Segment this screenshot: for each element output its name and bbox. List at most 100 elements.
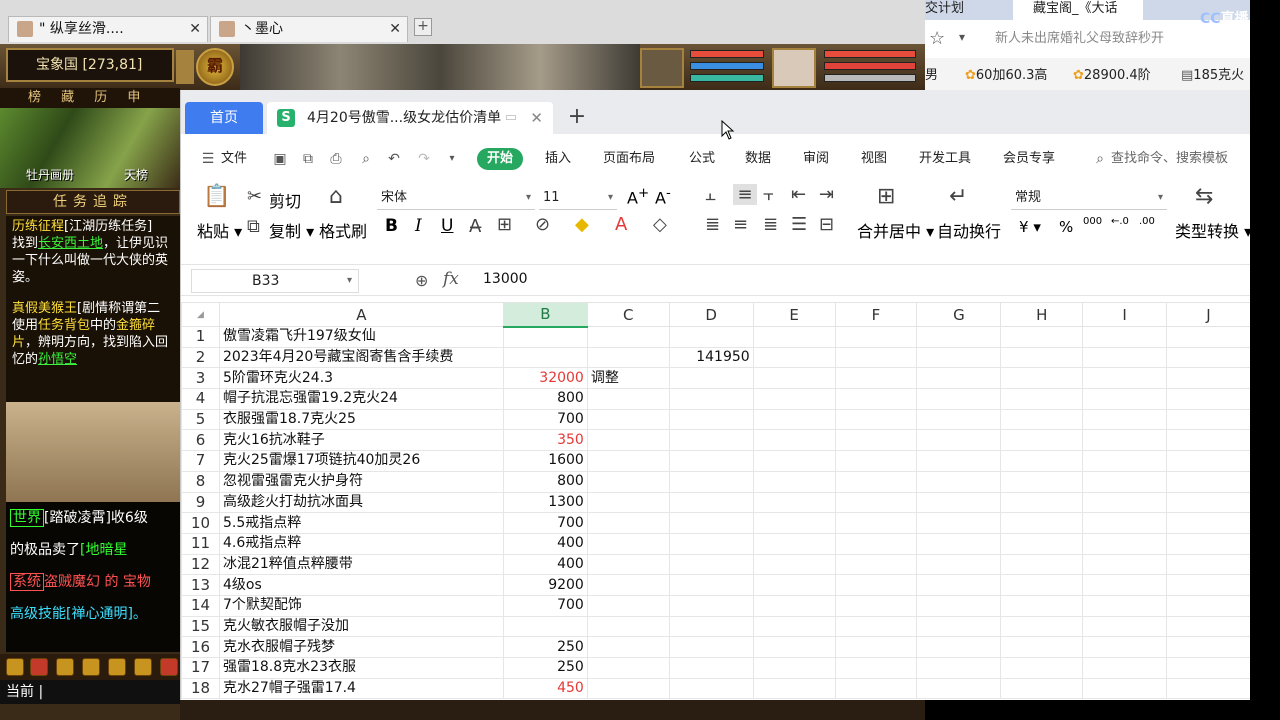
print-icon[interactable]: ⎙ (327, 150, 345, 168)
indent-increase-icon[interactable]: ⇥ (819, 184, 834, 205)
cell-b[interactable] (502, 346, 588, 369)
cell-d[interactable] (668, 574, 754, 596)
cell-h[interactable] (1000, 512, 1084, 534)
cell-b[interactable]: 400 (502, 532, 588, 555)
close-icon[interactable]: ✕ (189, 17, 201, 41)
cell-j[interactable] (1166, 574, 1250, 596)
cell-c[interactable] (586, 636, 670, 658)
cell-d[interactable] (668, 532, 754, 555)
cell-h[interactable] (1000, 367, 1084, 390)
close-icon[interactable]: ✕ (389, 17, 401, 41)
row-header[interactable]: 18 (181, 677, 220, 700)
align-right-icon[interactable]: ≣ (763, 214, 778, 235)
bookmark-item[interactable]: ✿28900.4阶 (1073, 62, 1151, 90)
cell-e[interactable] (752, 532, 836, 555)
cell-g[interactable] (916, 470, 1002, 493)
cell-c[interactable] (586, 553, 670, 576)
cell-b[interactable]: 250 (502, 636, 588, 658)
cell-h[interactable] (1000, 532, 1084, 555)
quest-title[interactable]: 历练征程 (12, 219, 64, 234)
cell-d[interactable] (668, 553, 754, 576)
cell-f[interactable] (834, 512, 918, 534)
cell-h[interactable] (1000, 470, 1084, 493)
tool-icon[interactable] (6, 658, 24, 676)
cell-h[interactable] (1000, 429, 1084, 452)
cell-j[interactable] (1166, 677, 1250, 700)
cell-j[interactable] (1166, 346, 1250, 369)
cell-g[interactable] (916, 367, 1002, 390)
font-color-icon[interactable]: A (615, 214, 627, 235)
fill-color-icon[interactable]: ◆ (575, 214, 589, 235)
cell-b[interactable]: 700 (502, 512, 588, 534)
cell-g[interactable] (916, 388, 1002, 410)
cell-a[interactable]: 高级趁火打劫抗冰面具 (218, 491, 504, 514)
chevron-down-icon[interactable]: ▾ (959, 30, 965, 44)
select-all-corner[interactable]: ◢ (181, 302, 220, 327)
format-painter-icon[interactable]: ⌂ (329, 184, 343, 209)
decrease-font-icon[interactable]: A- (655, 186, 671, 207)
album-label[interactable]: 牡丹画册 (26, 166, 74, 183)
cell-h[interactable] (1000, 594, 1084, 617)
browser-search-input[interactable]: 新人未出席婚礼父母致辞秒开 (995, 26, 1250, 52)
cell-j[interactable] (1166, 450, 1250, 472)
cell-i[interactable] (1082, 615, 1168, 638)
column-header-i[interactable]: I (1082, 302, 1168, 327)
increase-font-icon[interactable]: A+ (627, 186, 649, 207)
cell-a[interactable]: 7个默契配饰 (218, 594, 504, 617)
close-icon[interactable]: ✕ (530, 102, 543, 134)
cell-h[interactable] (1000, 408, 1084, 431)
paste-icon[interactable]: 📋 (203, 184, 230, 209)
cell-c[interactable] (586, 657, 670, 679)
tool-icon[interactable] (56, 658, 74, 676)
row-header[interactable]: 5 (181, 408, 220, 431)
cell-e[interactable] (752, 491, 836, 514)
cell-f[interactable] (834, 491, 918, 514)
row-header[interactable]: 10 (181, 512, 220, 534)
cell-e[interactable] (752, 615, 836, 638)
merge-icon[interactable]: ⊞ (877, 184, 895, 209)
cell-d[interactable] (668, 657, 754, 679)
tab-formulas[interactable]: 公式 (689, 148, 715, 170)
cell-i[interactable] (1082, 657, 1168, 679)
cell-e[interactable] (752, 346, 836, 369)
cell-g[interactable] (916, 346, 1002, 369)
column-header-a[interactable]: A (218, 302, 504, 327)
cell-c[interactable] (586, 408, 670, 431)
cell-f[interactable] (834, 367, 918, 390)
cell-a[interactable]: 4级os (218, 574, 504, 596)
quest-title[interactable]: 真假美猴王 (12, 301, 77, 316)
player-avatar[interactable] (772, 48, 816, 88)
cell-b[interactable]: 700 (502, 594, 588, 617)
home-tab[interactable]: 首页 (185, 102, 263, 134)
paste-button[interactable]: 粘贴 ▾ (197, 218, 242, 242)
cell-i[interactable] (1082, 429, 1168, 452)
column-header-c[interactable]: C (586, 302, 670, 327)
cell-b[interactable]: 700 (502, 408, 588, 431)
cell-d[interactable] (668, 388, 754, 410)
chat-channel-system[interactable]: 系统 (10, 573, 44, 591)
cell-i[interactable] (1082, 346, 1168, 369)
underline-button[interactable]: U (441, 216, 453, 236)
cell-e[interactable] (752, 388, 836, 410)
star-icon[interactable]: ☆ (929, 28, 945, 49)
cell-f[interactable] (834, 388, 918, 410)
cell-g[interactable] (916, 553, 1002, 576)
print-preview-icon[interactable]: ⌕ (357, 150, 375, 168)
cell-c[interactable] (586, 512, 670, 534)
cell-j[interactable] (1166, 408, 1250, 431)
cell-c[interactable] (586, 346, 670, 369)
cell-d[interactable] (668, 594, 754, 617)
game-tab-1[interactable]: " 纵享丝滑.... ✕ (8, 16, 208, 42)
cell-g[interactable] (916, 636, 1002, 658)
cell-c[interactable] (586, 450, 670, 472)
cell-c[interactable] (586, 429, 670, 452)
cell-b[interactable]: 1300 (502, 491, 588, 514)
cell-i[interactable] (1082, 470, 1168, 493)
minimap-toggle[interactable] (176, 50, 194, 84)
cell-j[interactable] (1166, 491, 1250, 514)
quest-npc-link[interactable]: 孙悟空 (38, 352, 77, 367)
cell-a[interactable]: 克水衣服帽子残梦 (218, 636, 504, 658)
cell-c[interactable] (586, 388, 670, 410)
thousands-button[interactable]: 000 (1083, 216, 1102, 227)
row-header[interactable]: 6 (181, 429, 220, 452)
